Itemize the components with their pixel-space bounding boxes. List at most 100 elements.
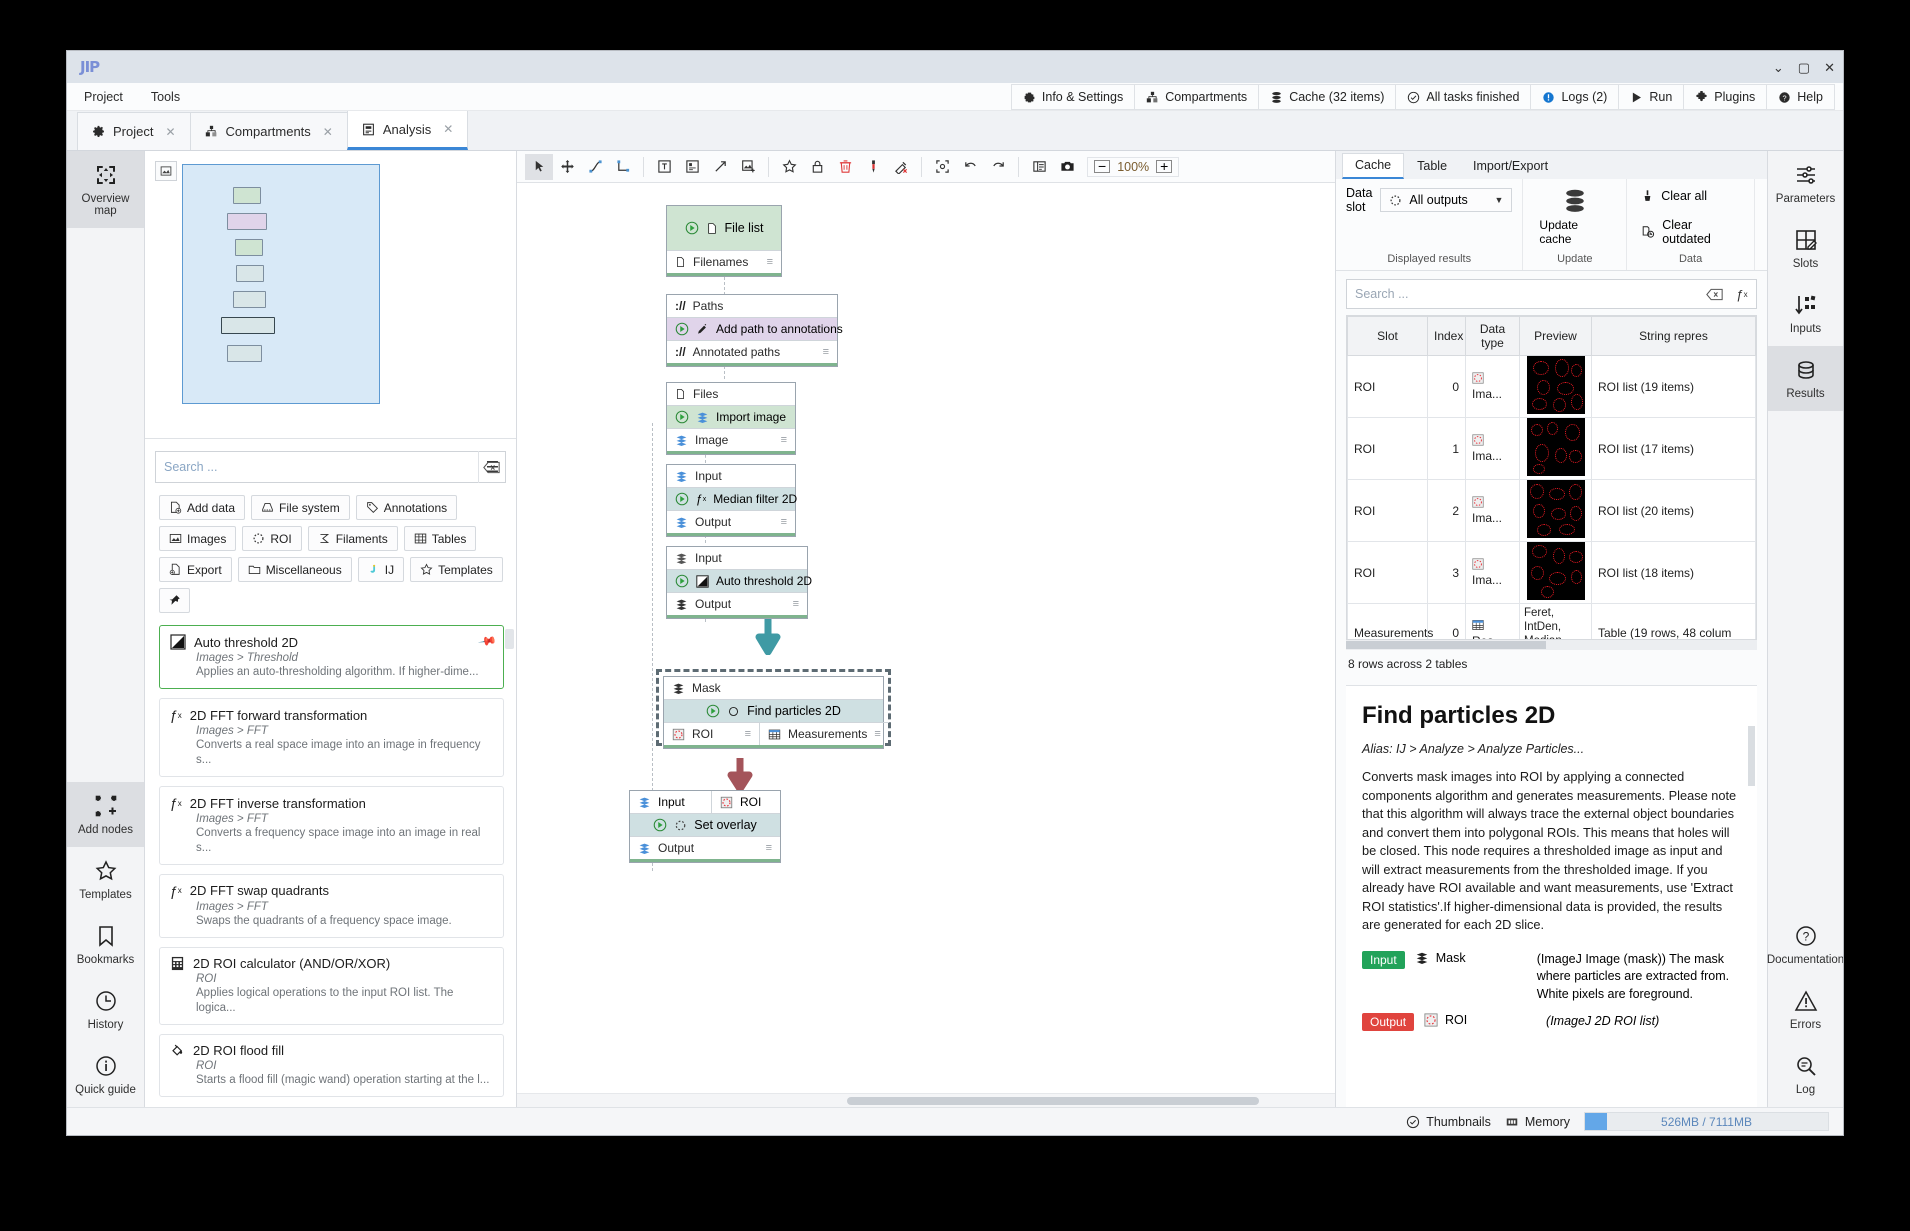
sidebar-item-inputs[interactable]: Inputs — [1768, 281, 1843, 346]
column-header-slot[interactable]: Slot — [1347, 316, 1428, 356]
scrollbar-thumb[interactable] — [1346, 641, 1546, 649]
filter-templates[interactable]: Templates — [410, 557, 503, 582]
graph-node-import-image[interactable]: Files Import image Image ≡ — [666, 382, 796, 455]
list-item[interactable]: ƒx 2D FFT swap quadrants Images > FFT Sw… — [159, 873, 504, 939]
filter-miscellaneous[interactable]: Miscellaneous — [237, 557, 352, 582]
filter-tables[interactable]: Tables — [403, 526, 477, 551]
layout-icon[interactable] — [1025, 154, 1053, 180]
star-icon[interactable] — [775, 154, 803, 180]
fit-view-icon[interactable] — [928, 154, 956, 180]
filter-pin-button[interactable] — [159, 588, 190, 613]
tab-analysis-close-icon[interactable]: ✕ — [443, 122, 453, 136]
graph-node-input-slot[interactable]: :// Paths — [667, 295, 837, 318]
filter-imagej[interactable]: IJ — [357, 557, 405, 582]
documentation-panel[interactable]: Find particles 2D Alias: IJ > Analyze > … — [1346, 685, 1757, 1107]
tab-table[interactable]: Table — [1404, 154, 1460, 179]
graph-node-output-slot[interactable]: Output ≡ — [630, 836, 780, 859]
update-cache-button[interactable]: Update cache — [1533, 186, 1616, 248]
help-button[interactable]: ? Help — [1766, 84, 1835, 110]
cursor-icon[interactable] — [525, 153, 553, 180]
run-icon[interactable] — [675, 492, 689, 506]
canvas-horizontal-scrollbar[interactable] — [517, 1093, 1335, 1107]
sidebar-item-history[interactable]: History — [67, 977, 144, 1042]
filter-filaments[interactable]: Filaments — [307, 526, 398, 551]
data-slot-select[interactable]: All outputs ▼ — [1380, 188, 1513, 212]
run-icon[interactable] — [675, 410, 689, 424]
node-list-scrollbar[interactable] — [505, 629, 514, 649]
graph-node-output-slot[interactable]: Filenames ≡ — [667, 250, 781, 273]
graph-node-output-slot-measurements[interactable]: Measurements ≡ — [760, 722, 889, 745]
run-icon[interactable] — [653, 818, 667, 832]
menu-item-tools[interactable]: Tools — [146, 87, 185, 107]
sidebar-item-log[interactable]: Log — [1768, 1042, 1843, 1107]
filter-file-system[interactable]: File system — [251, 495, 350, 520]
tab-import-export[interactable]: Import/Export — [1460, 154, 1561, 179]
sidebar-item-errors[interactable]: Errors — [1768, 977, 1843, 1042]
graph-node-input-slot[interactable]: Files — [667, 383, 795, 406]
no-pipette-icon[interactable] — [887, 154, 915, 180]
sidebar-item-slots[interactable]: Slots — [1768, 216, 1843, 281]
graph-node-input-slot[interactable]: Input — [667, 547, 807, 570]
menu-item-project[interactable]: Project — [79, 87, 128, 107]
graph-node-set-overlay[interactable]: Input ROI Set overlay Output ≡ — [629, 790, 781, 863]
graph-node-output-slot[interactable]: Output ≡ — [667, 510, 795, 533]
undo-icon[interactable] — [956, 154, 984, 180]
column-header-data-type[interactable]: Data type — [1465, 316, 1520, 356]
graph-node-title-row[interactable]: Find particles 2D — [664, 700, 883, 722]
list-item[interactable]: 2D ROI flood fill ROI Starts a flood fil… — [159, 1034, 504, 1098]
table-row[interactable]: Measurements 0 Res... Feret, IntDen, Med… — [1347, 603, 1756, 639]
cache-button[interactable]: Cache (32 items) — [1258, 84, 1396, 110]
maximize-button[interactable]: ▢ — [1798, 61, 1810, 74]
sidebar-item-bookmarks[interactable]: Bookmarks — [67, 912, 144, 977]
clear-all-button[interactable]: Clear all — [1637, 186, 1744, 206]
all-tasks-finished-button[interactable]: All tasks finished — [1395, 84, 1531, 110]
overview-map-canvas[interactable] — [182, 164, 380, 404]
memory-bar[interactable]: 526MB / 7111MB — [1584, 1112, 1829, 1131]
run-icon[interactable] — [685, 221, 699, 235]
graph-node-title-row[interactable]: ƒx Median filter 2D — [667, 488, 797, 510]
run-icon[interactable] — [706, 704, 720, 718]
table-row[interactable]: ROI 3 Ima... ROI list (18 items) — [1347, 541, 1756, 604]
table-horizontal-scrollbar[interactable] — [1346, 640, 1757, 650]
lock-icon[interactable] — [803, 154, 831, 180]
move-icon[interactable] — [553, 154, 581, 180]
overview-map-settings-button[interactable] — [155, 161, 177, 181]
graph-node-input-slot-roi[interactable]: ROI — [712, 791, 780, 813]
filter-export[interactable]: Export — [159, 557, 232, 582]
run-icon[interactable] — [675, 322, 689, 336]
node-list[interactable]: Auto threshold 2D Images > Threshold App… — [145, 623, 516, 1107]
cache-search-input[interactable] — [1347, 287, 1700, 301]
graph-canvas[interactable]: File list Filenames ≡ :// Paths Add path… — [517, 183, 1335, 1107]
tab-compartments-close-icon[interactable]: ✕ — [323, 125, 333, 139]
table-row[interactable]: ROI 0 Ima... ROI list (19 items) — [1347, 355, 1756, 418]
tab-analysis[interactable]: Analysis ✕ — [346, 110, 469, 150]
graph-node-title-row[interactable]: Auto threshold 2D — [667, 570, 812, 592]
run-icon[interactable] — [675, 574, 689, 588]
graph-node-input-slot[interactable]: Mask — [664, 677, 883, 700]
clear-outdated-button[interactable]: Clear outdated — [1637, 215, 1744, 249]
graph-node-find-particles-2d[interactable]: Mask Find particles 2D ROI ≡ Measurement… — [663, 676, 889, 749]
column-header-string-repr[interactable]: String repres — [1591, 316, 1756, 356]
redo-icon[interactable] — [984, 154, 1012, 180]
minimize-button[interactable]: ⌄ — [1773, 61, 1784, 74]
sidebar-item-results[interactable]: Results — [1768, 346, 1843, 411]
graph-node-input-slot[interactable]: Input — [667, 465, 795, 488]
sidebar-item-templates[interactable]: Templates — [67, 847, 144, 912]
graph-node-output-slot-roi[interactable]: ROI ≡ — [664, 722, 760, 745]
graph-node-median-filter-2d[interactable]: Input ƒx Median filter 2D Output ≡ — [666, 464, 797, 537]
filter-annotations[interactable]: Annotations — [355, 495, 458, 520]
sidebar-item-overview-map[interactable]: Overview map — [67, 151, 144, 228]
list-item[interactable]: ƒx 2D FFT forward transformation Images … — [159, 698, 504, 778]
sidebar-item-add-nodes[interactable]: Add nodes — [67, 782, 144, 847]
tab-cache[interactable]: Cache — [1342, 153, 1405, 179]
table-row[interactable]: ROI 1 Ima... ROI list (17 items) — [1347, 417, 1756, 480]
camera-icon[interactable] — [1053, 154, 1081, 180]
add-image-icon[interactable] — [734, 154, 762, 180]
compartments-button[interactable]: Compartments — [1134, 84, 1259, 110]
text-box-icon[interactable] — [650, 154, 678, 180]
table-row[interactable]: ROI 2 Ima... ROI list (20 items) — [1347, 479, 1756, 542]
column-header-preview[interactable]: Preview — [1519, 316, 1592, 356]
graph-node-output-slot[interactable]: :// Annotated paths ≡ — [667, 340, 837, 363]
graph-node-file-list[interactable]: File list Filenames ≡ — [666, 205, 782, 277]
clear-search-icon[interactable] — [1700, 288, 1728, 301]
